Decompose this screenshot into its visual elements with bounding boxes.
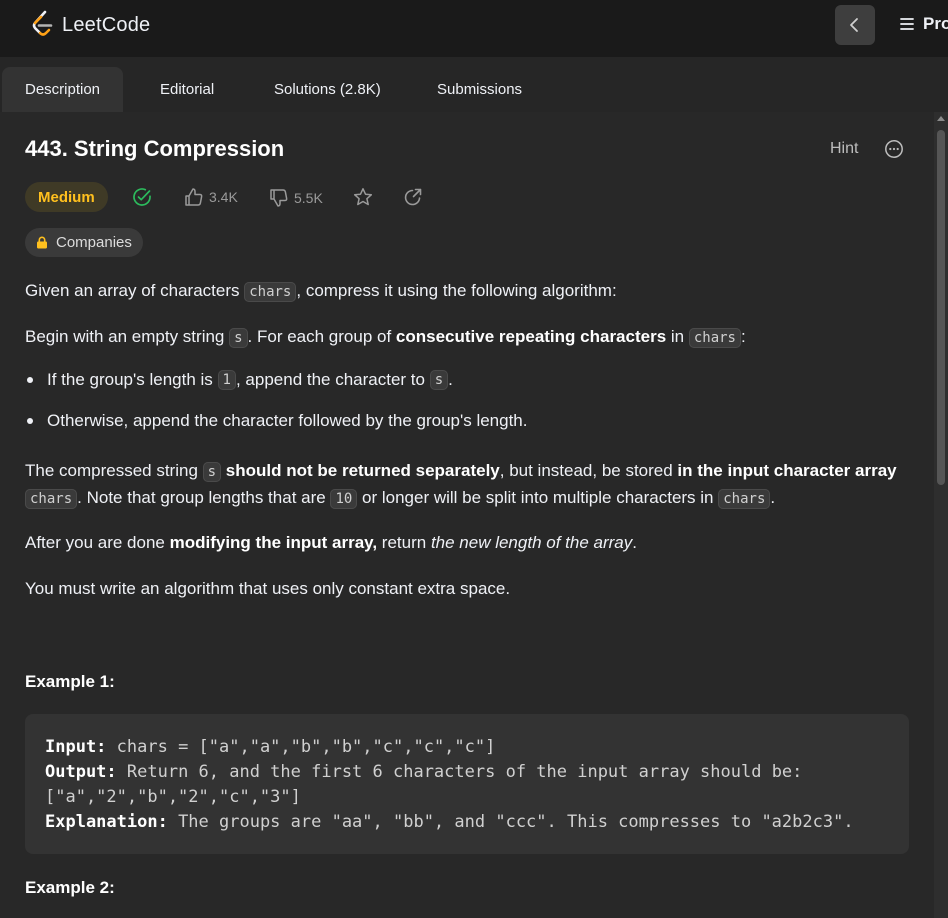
text: , compress it using the following algori… bbox=[296, 281, 617, 300]
text: . For each group of bbox=[247, 327, 396, 346]
inline-code: s bbox=[229, 328, 248, 348]
scrollbar[interactable] bbox=[934, 112, 948, 918]
bold-text: modifying the input array, bbox=[169, 533, 378, 552]
inline-code: chars bbox=[25, 489, 78, 509]
example-input: chars = ["a","a","b","b","c","c","c"] bbox=[106, 737, 496, 757]
text: Given an array of characters bbox=[25, 281, 245, 300]
thumbs-down-icon bbox=[270, 189, 288, 207]
text: , but instead, be stored bbox=[499, 461, 678, 480]
list-icon bbox=[900, 18, 914, 30]
leetcode-logo-icon bbox=[32, 10, 53, 36]
description-paragraph-4: After you are done modifying the input a… bbox=[25, 530, 905, 556]
hint-button[interactable]: Hint bbox=[830, 140, 858, 158]
top-nav: LeetCode Pro bbox=[0, 0, 948, 57]
text: After you are done bbox=[25, 533, 170, 552]
chevron-left-icon bbox=[850, 18, 858, 32]
inline-code: chars bbox=[244, 282, 297, 302]
example-output-continued: ["a","2","b","2","c","3"] bbox=[45, 787, 301, 807]
inline-code: s bbox=[202, 462, 222, 482]
text: . bbox=[632, 533, 637, 552]
problem-title[interactable]: 443. String Compression bbox=[25, 136, 284, 162]
bold-text: in the input character array bbox=[677, 461, 897, 480]
more-options-icon[interactable] bbox=[884, 139, 904, 159]
dislike-count: 5.5K bbox=[294, 190, 323, 206]
example-1-box: Input: chars = ["a","a","b","b","c","c",… bbox=[25, 714, 909, 854]
description-paragraph-5: You must write an algorithm that uses on… bbox=[25, 576, 905, 602]
companies-label: Companies bbox=[56, 234, 132, 251]
inline-code: s bbox=[429, 370, 449, 390]
tab-submissions[interactable]: Submissions bbox=[437, 67, 522, 112]
companies-tag[interactable]: Companies bbox=[25, 228, 143, 257]
difficulty-badge: Medium bbox=[25, 182, 108, 212]
tab-bar: Description Editorial Solutions (2.8K) S… bbox=[0, 57, 948, 112]
text: . bbox=[448, 370, 453, 389]
brand-name: LeetCode bbox=[62, 13, 151, 36]
tab-solutions[interactable]: Solutions (2.8K) bbox=[274, 67, 381, 112]
list-item: If the group's length is 1, append the c… bbox=[25, 370, 453, 390]
example-explanation: The groups are "aa", "bb", and "ccc". Th… bbox=[167, 812, 854, 832]
text: Otherwise, append the character followed… bbox=[47, 411, 528, 430]
inline-code: chars bbox=[688, 328, 741, 348]
text: You must write an algorithm that uses on… bbox=[25, 579, 511, 598]
bold-text: should not be returned separately bbox=[221, 461, 500, 480]
inline-code: chars bbox=[718, 489, 771, 509]
problem-list-label: Pro bbox=[923, 14, 948, 33]
text: : bbox=[741, 327, 746, 346]
text: The compressed string bbox=[25, 461, 203, 480]
text: If the group's length is bbox=[47, 370, 213, 389]
input-label: Input: bbox=[45, 737, 107, 757]
example-output: Return 6, and the first 6 characters of … bbox=[116, 762, 803, 782]
list-item: Otherwise, append the character followed… bbox=[25, 411, 527, 431]
tab-editorial[interactable]: Editorial bbox=[160, 67, 214, 112]
tab-description[interactable]: Description bbox=[2, 67, 124, 112]
text: Begin with an empty string bbox=[25, 327, 230, 346]
problem-meta: Medium bbox=[25, 182, 108, 212]
example-1-heading: Example 1: bbox=[25, 672, 115, 691]
text: . bbox=[770, 488, 776, 507]
text: in bbox=[666, 327, 689, 346]
bullet-dot bbox=[27, 377, 33, 383]
scroll-thumb[interactable] bbox=[937, 130, 945, 485]
thumbs-up-icon bbox=[185, 188, 203, 206]
problem-list-button[interactable]: Pro bbox=[899, 14, 948, 34]
lock-icon bbox=[37, 236, 47, 249]
back-button[interactable] bbox=[835, 5, 875, 45]
italic-text: the new length of the array bbox=[430, 533, 633, 552]
inline-code: 1 bbox=[217, 370, 236, 390]
inline-code: 10 bbox=[330, 489, 358, 509]
star-icon[interactable] bbox=[353, 187, 373, 207]
like-count: 3.4K bbox=[209, 189, 238, 205]
description-paragraph-1: Given an array of characters chars, comp… bbox=[25, 278, 905, 305]
solved-check-icon bbox=[133, 188, 151, 206]
bold-text: consecutive repeating characters bbox=[395, 327, 667, 346]
like-button[interactable]: 3.4K bbox=[184, 187, 238, 207]
output-label: Output: bbox=[45, 762, 117, 782]
text: . Note that group lengths that are bbox=[77, 488, 331, 507]
text: or longer will be split into multiple ch… bbox=[357, 488, 719, 507]
text: , append the character to bbox=[235, 370, 425, 389]
text: return bbox=[377, 533, 431, 552]
description-paragraph-2: Begin with an empty string s. For each g… bbox=[25, 324, 905, 351]
logo[interactable]: LeetCode bbox=[30, 10, 150, 40]
explanation-label: Explanation: bbox=[45, 812, 168, 832]
description-paragraph-3: The compressed string s should not be re… bbox=[25, 458, 905, 512]
dislike-button[interactable]: 5.5K bbox=[269, 188, 323, 208]
bullet-dot bbox=[27, 418, 33, 424]
scroll-up-arrow-icon[interactable] bbox=[937, 116, 945, 121]
share-icon[interactable] bbox=[403, 187, 423, 207]
example-2-heading: Example 2: bbox=[25, 878, 115, 897]
